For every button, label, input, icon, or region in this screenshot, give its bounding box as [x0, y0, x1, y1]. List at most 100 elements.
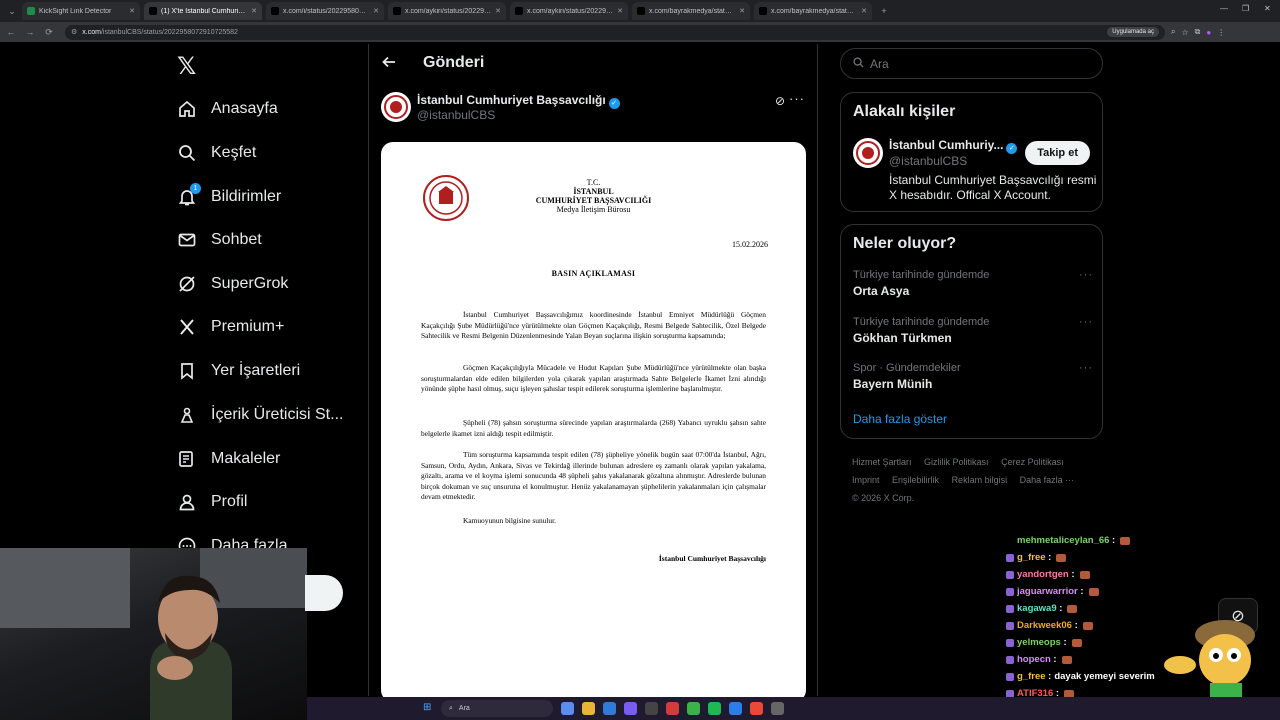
- chrome-icon[interactable]: [750, 702, 763, 715]
- tab-close-icon[interactable]: ✕: [861, 7, 867, 15]
- nav-item[interactable]: Sohbet: [176, 225, 262, 255]
- browser-tab[interactable]: (1) X'te İstanbul Cumhuriyet Ba✕: [144, 2, 262, 20]
- taskbar-search[interactable]: ⌕ Ara: [441, 700, 553, 717]
- nav-item[interactable]: SuperGrok: [176, 269, 288, 299]
- open-in-app-pill[interactable]: Uygulamada aç: [1107, 26, 1159, 37]
- post-author[interactable]: İstanbul Cumhuriyet Başsavcılığı ✓ @istan…: [381, 92, 807, 128]
- search-input[interactable]: Ara: [840, 48, 1103, 79]
- footer-link[interactable]: Gizlilik Politikası: [924, 457, 989, 467]
- site-info-icon[interactable]: ⚙: [71, 28, 77, 36]
- trend-more-icon[interactable]: ···: [1079, 362, 1093, 374]
- taskbar-app-icon[interactable]: [624, 702, 637, 715]
- folder-icon[interactable]: [582, 702, 595, 715]
- tab-favicon-icon: [393, 7, 401, 15]
- footer-link[interactable]: Erişilebilirlik: [892, 475, 939, 485]
- x-logo-icon[interactable]: 𝕏: [177, 52, 196, 80]
- press-release-image[interactable]: T.C. İSTANBUL CUMHURİYET BAŞSAVCILIĞI Me…: [381, 142, 806, 702]
- spotify-icon[interactable]: [708, 702, 721, 715]
- reload-icon[interactable]: ⟳: [41, 27, 57, 38]
- browser-tab[interactable]: x.com/bayrakmedya/status/20 ✕: [754, 2, 872, 20]
- tab-close-icon[interactable]: ✕: [739, 7, 745, 15]
- browser-tab[interactable]: KickSight Link Detector ✕: [22, 2, 140, 20]
- post-header: Gönderi: [369, 44, 819, 84]
- author-avatar[interactable]: [381, 92, 411, 122]
- tab-close-icon[interactable]: ✕: [129, 7, 135, 15]
- start-icon[interactable]: ⊞: [423, 702, 431, 713]
- nav-item[interactable]: Makaleler: [176, 444, 280, 474]
- nav-item[interactable]: Profil: [176, 487, 247, 517]
- nav-item[interactable]: Anasayfa: [176, 94, 278, 124]
- maximize-icon[interactable]: ❐: [1242, 4, 1249, 13]
- bookmark-star-icon[interactable]: ☆: [1181, 28, 1188, 37]
- document-title: BASIN AÇIKLAMASI: [551, 269, 636, 278]
- browser-tab[interactable]: x.com/i/status/2022958079291 ✕: [266, 2, 384, 20]
- follow-button[interactable]: Takip et: [1025, 141, 1090, 165]
- related-account-name[interactable]: İstanbul Cumhuriy... ✓: [889, 138, 1019, 154]
- grok-explain-icon[interactable]: ⊘: [775, 94, 785, 108]
- show-more-link[interactable]: Daha fazla göster: [853, 412, 947, 426]
- more-options-icon[interactable]: ···: [789, 91, 805, 106]
- nav-item[interactable]: Premium+: [176, 312, 284, 342]
- chat-username[interactable]: g_free: [1017, 668, 1046, 685]
- tab-favicon-icon: [759, 7, 767, 15]
- footer-link[interactable]: Imprint: [852, 475, 880, 485]
- related-account-handle[interactable]: @istanbulCBS: [889, 154, 967, 168]
- chat-username[interactable]: yandortgen: [1017, 566, 1069, 583]
- chat-username[interactable]: hopecn: [1017, 651, 1051, 668]
- trend-item[interactable]: Spor · Gündemdekiler Bayern Münih ···: [853, 362, 1093, 391]
- taskbar-app-icon[interactable]: [561, 702, 574, 715]
- chat-username[interactable]: kagawa9: [1017, 600, 1057, 617]
- chat-username[interactable]: Darkweek06: [1017, 617, 1072, 634]
- author-name[interactable]: İstanbul Cumhuriyet Başsavcılığı ✓: [417, 93, 620, 109]
- browser-tab[interactable]: x.com/bayrakmedya/status/20 ✕: [632, 2, 750, 20]
- tab-title: x.com/aykiri/status/2022957377: [527, 7, 613, 15]
- footer-link[interactable]: Reklam bilgisi: [952, 475, 1008, 485]
- tab-close-icon[interactable]: ✕: [373, 7, 379, 15]
- nav-item-label: Makaleler: [211, 450, 281, 467]
- footer-link[interactable]: Çerez Politikası: [1001, 457, 1064, 467]
- browser-tab[interactable]: x.com/aykiri/status/2022957377 ✕: [510, 2, 628, 20]
- trend-item[interactable]: Türkiye tarihinde gündemde Orta Asya ···: [853, 269, 1093, 298]
- back-nav-icon[interactable]: ←: [3, 27, 19, 37]
- nav-item[interactable]: Keşfet: [176, 138, 256, 168]
- chat-username[interactable]: mehmetaliceylan_66: [1017, 532, 1109, 549]
- zoom-icon[interactable]: ⌕: [1171, 27, 1175, 37]
- taskbar-app-icon[interactable]: [645, 702, 658, 715]
- bookmark-icon: [176, 360, 198, 382]
- tab-list-icon[interactable]: ⌄: [6, 6, 18, 17]
- browser-menu-icon[interactable]: ⋮: [1217, 28, 1225, 37]
- document-heading: T.C. İSTANBUL CUMHURİYET BAŞSAVCILIĞI Me…: [491, 178, 696, 214]
- chat-username[interactable]: g_free: [1017, 549, 1046, 566]
- back-arrow-icon[interactable]: [381, 54, 397, 75]
- trend-item[interactable]: Türkiye tarihinde gündemde Gökhan Türkme…: [853, 316, 1093, 345]
- chat-username[interactable]: jaguarwarrior: [1017, 583, 1078, 600]
- extensions-icon[interactable]: ⧉: [1195, 27, 1201, 37]
- nav-item-label: Anasayfa: [211, 100, 278, 117]
- related-avatar[interactable]: [853, 138, 883, 168]
- taskbar-app-icon[interactable]: [687, 702, 700, 715]
- minimize-icon[interactable]: —: [1220, 4, 1228, 13]
- tab-close-icon[interactable]: ✕: [251, 7, 257, 15]
- author-handle[interactable]: @istanbulCBS: [417, 108, 495, 122]
- new-tab-button[interactable]: +: [878, 6, 890, 16]
- nav-item[interactable]: Yer İşaretleri: [176, 356, 300, 386]
- tab-close-icon[interactable]: ✕: [495, 7, 501, 15]
- taskbar-app-icon[interactable]: [666, 702, 679, 715]
- footer-link[interactable]: Hizmet Şartları: [852, 457, 912, 467]
- browser-tab[interactable]: x.com/aykiri/status/2022957377 ✕: [388, 2, 506, 20]
- trend-more-icon[interactable]: ···: [1079, 316, 1093, 328]
- taskbar-app-icon[interactable]: [729, 702, 742, 715]
- forward-nav-icon[interactable]: →: [22, 27, 38, 37]
- close-window-icon[interactable]: ✕: [1264, 4, 1271, 13]
- chat-username[interactable]: yelmeops: [1017, 634, 1061, 651]
- profile-avatar-icon[interactable]: ●: [1206, 28, 1211, 37]
- trend-more-icon[interactable]: ···: [1079, 269, 1093, 281]
- post-button[interactable]: [305, 575, 343, 611]
- nav-item[interactable]: İçerik Üreticisi St...: [176, 400, 343, 430]
- nav-item[interactable]: 1 Bildirimler: [176, 182, 281, 212]
- edge-icon[interactable]: [603, 702, 616, 715]
- taskbar-app-icon[interactable]: [771, 702, 784, 715]
- url-field[interactable]: ⚙ x.com/istanbulCBS/status/2022958072910…: [65, 24, 1165, 40]
- footer-link[interactable]: Daha fazla ···: [1020, 475, 1075, 485]
- tab-close-icon[interactable]: ✕: [617, 7, 623, 15]
